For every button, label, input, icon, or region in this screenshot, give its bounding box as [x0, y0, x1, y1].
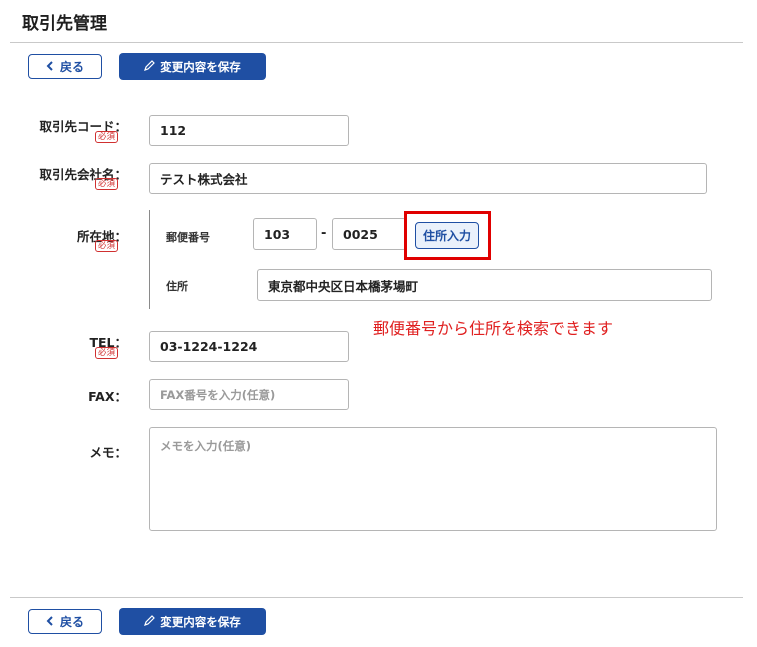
postal-first-value: 103: [264, 226, 291, 242]
pencil-icon: [144, 59, 156, 74]
company-input[interactable]: テスト株式会社: [149, 163, 707, 194]
tel-input[interactable]: 03-1224-1224: [149, 331, 349, 362]
memo-textarea[interactable]: メモを入力(任意): [149, 427, 717, 531]
header-divider: [10, 42, 743, 43]
company-input-value: テスト株式会社: [160, 172, 248, 187]
address-label: 住所: [166, 280, 188, 293]
fax-label: FAX：: [88, 389, 127, 404]
back-button-label: 戻る: [59, 615, 84, 629]
postal-code-second-input[interactable]: 0025: [332, 218, 406, 250]
code-required-badge: 必須: [95, 131, 119, 143]
back-button-bottom[interactable]: 戻る: [28, 609, 102, 634]
address-lookup-button[interactable]: 住所入力: [415, 222, 479, 249]
lookup-annotation: 郵便番号から住所を検索できます: [373, 319, 614, 338]
location-group-line: [149, 210, 150, 309]
back-button-label: 戻る: [59, 60, 84, 74]
footer-divider: [10, 597, 743, 598]
save-button-bottom[interactable]: 変更内容を保存: [119, 608, 266, 635]
pencil-icon: [144, 614, 156, 629]
code-input[interactable]: 112: [149, 115, 349, 146]
save-button-label: 変更内容を保存: [160, 614, 241, 629]
company-required-badge: 必須: [95, 178, 119, 190]
fax-input[interactable]: FAX番号を入力(任意): [149, 379, 349, 410]
page-title: 取引先管理: [22, 14, 107, 34]
chevron-left-icon: [46, 615, 54, 629]
code-input-value: 112: [160, 123, 187, 138]
save-button-label: 変更内容を保存: [160, 59, 241, 74]
chevron-left-icon: [46, 60, 54, 74]
postal-second-value: 0025: [343, 226, 378, 242]
postal-separator: -: [321, 226, 327, 241]
postal-code-first-input[interactable]: 103: [253, 218, 317, 250]
tel-input-value: 03-1224-1224: [160, 339, 258, 354]
fax-placeholder: FAX番号を入力(任意): [160, 387, 276, 402]
postal-code-label: 郵便番号: [166, 231, 210, 244]
tel-required-badge: 必須: [95, 347, 119, 359]
address-input-value: 東京都中央区日本橋茅場町: [268, 278, 419, 294]
location-required-badge: 必須: [95, 240, 119, 252]
memo-placeholder: メモを入力(任意): [160, 439, 252, 453]
save-button-top[interactable]: 変更内容を保存: [119, 53, 266, 80]
back-button-top[interactable]: 戻る: [28, 54, 102, 79]
memo-label: メモ：: [89, 445, 127, 460]
address-input[interactable]: 東京都中央区日本橋茅場町: [257, 269, 712, 301]
